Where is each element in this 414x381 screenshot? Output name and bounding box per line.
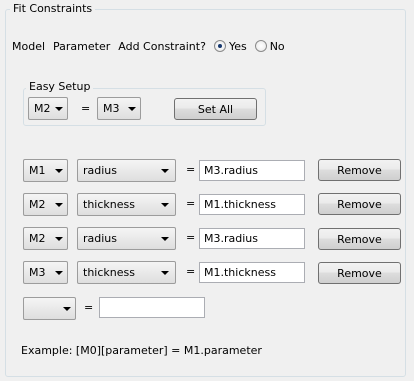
constraint-model-dropdown[interactable]: M3 — [23, 261, 68, 284]
constraint-model-value: M3 — [29, 266, 46, 279]
radio-button-icon[interactable] — [213, 40, 226, 52]
chevron-down-icon[interactable] — [63, 307, 71, 311]
chevron-down-icon[interactable] — [55, 203, 63, 207]
constraint-model-dropdown[interactable]: M1 — [23, 159, 68, 182]
constraint-model-value: M2 — [29, 198, 46, 211]
chevron-down-icon[interactable] — [55, 237, 63, 241]
constraint-model-value: M2 — [29, 232, 46, 245]
chevron-down-icon[interactable] — [55, 271, 63, 275]
remove-button[interactable]: Remove — [318, 193, 401, 215]
chevron-down-icon[interactable] — [55, 169, 63, 173]
radio-button-icon[interactable] — [254, 40, 267, 52]
remove-button[interactable]: Remove — [318, 159, 401, 181]
chevron-down-icon[interactable] — [55, 107, 63, 111]
constraint-parameter-dropdown[interactable]: radius — [77, 227, 176, 250]
constraint-value-text: M3.radius — [204, 164, 258, 177]
chevron-down-icon[interactable] — [161, 203, 169, 207]
header-row: Model Parameter Add Constraint? Yes No — [12, 38, 285, 54]
no-radio[interactable]: No — [254, 40, 285, 53]
new-constraint-model-dropdown[interactable] — [23, 297, 76, 320]
chevron-down-icon[interactable] — [161, 271, 169, 275]
easy-right-model-value: M3 — [103, 102, 120, 115]
easy-left-model-value: M2 — [34, 102, 51, 115]
remove-button[interactable]: Remove — [318, 228, 401, 250]
constraint-equals-sign: = — [186, 197, 196, 210]
constraint-parameter-dropdown[interactable]: thickness — [77, 193, 176, 216]
constraint-equals-sign: = — [186, 265, 196, 278]
constraint-parameter-value: thickness — [83, 266, 135, 279]
constraint-parameter-dropdown[interactable]: thickness — [77, 261, 176, 284]
new-constraint-value-field[interactable] — [99, 297, 205, 318]
constraint-value-text: M1.thickness — [204, 266, 276, 279]
constraint-value-field[interactable]: M3.radius — [199, 228, 305, 249]
easy-setup-title: Easy Setup — [26, 80, 94, 93]
easy-left-model-dropdown[interactable]: M2 — [28, 97, 68, 120]
constraint-value-field[interactable]: M1.thickness — [199, 194, 305, 215]
constraint-model-dropdown[interactable]: M2 — [23, 227, 68, 250]
constraint-parameter-dropdown[interactable]: radius — [77, 159, 176, 182]
example-text: Example: [M0][parameter] = M1.parameter — [21, 344, 262, 357]
easy-equals-sign: = — [81, 102, 91, 115]
no-label[interactable]: No — [270, 40, 285, 53]
constraint-model-value: M1 — [29, 164, 46, 177]
constraint-value-field[interactable]: M3.radius — [199, 160, 305, 181]
constraint-model-dropdown[interactable]: M2 — [23, 193, 68, 216]
constraint-parameter-value: radius — [83, 164, 118, 177]
model-label: Model — [12, 39, 46, 53]
constraint-value-field[interactable]: M1.thickness — [199, 262, 305, 283]
constraint-equals-sign: = — [186, 231, 196, 244]
constraint-parameter-value: thickness — [83, 198, 135, 211]
remove-button[interactable]: Remove — [318, 262, 401, 284]
chevron-down-icon[interactable] — [161, 169, 169, 173]
easy-right-model-dropdown[interactable]: M3 — [97, 97, 141, 120]
new-constraint-equals-sign: = — [84, 301, 94, 314]
set-all-button[interactable]: Set All — [174, 98, 257, 120]
constraint-equals-sign: = — [186, 163, 196, 176]
chevron-down-icon[interactable] — [161, 237, 169, 241]
constraint-value-text: M3.radius — [204, 232, 258, 245]
constraint-parameter-value: radius — [83, 232, 118, 245]
constraint-value-text: M1.thickness — [204, 198, 276, 211]
group-title: Fit Constraints — [10, 2, 96, 15]
add-constraint-label: Add Constraint? — [118, 39, 206, 53]
parameter-label: Parameter — [53, 39, 111, 53]
chevron-down-icon[interactable] — [128, 107, 136, 111]
yes-radio[interactable]: Yes — [213, 40, 247, 53]
yes-label[interactable]: Yes — [229, 40, 247, 53]
